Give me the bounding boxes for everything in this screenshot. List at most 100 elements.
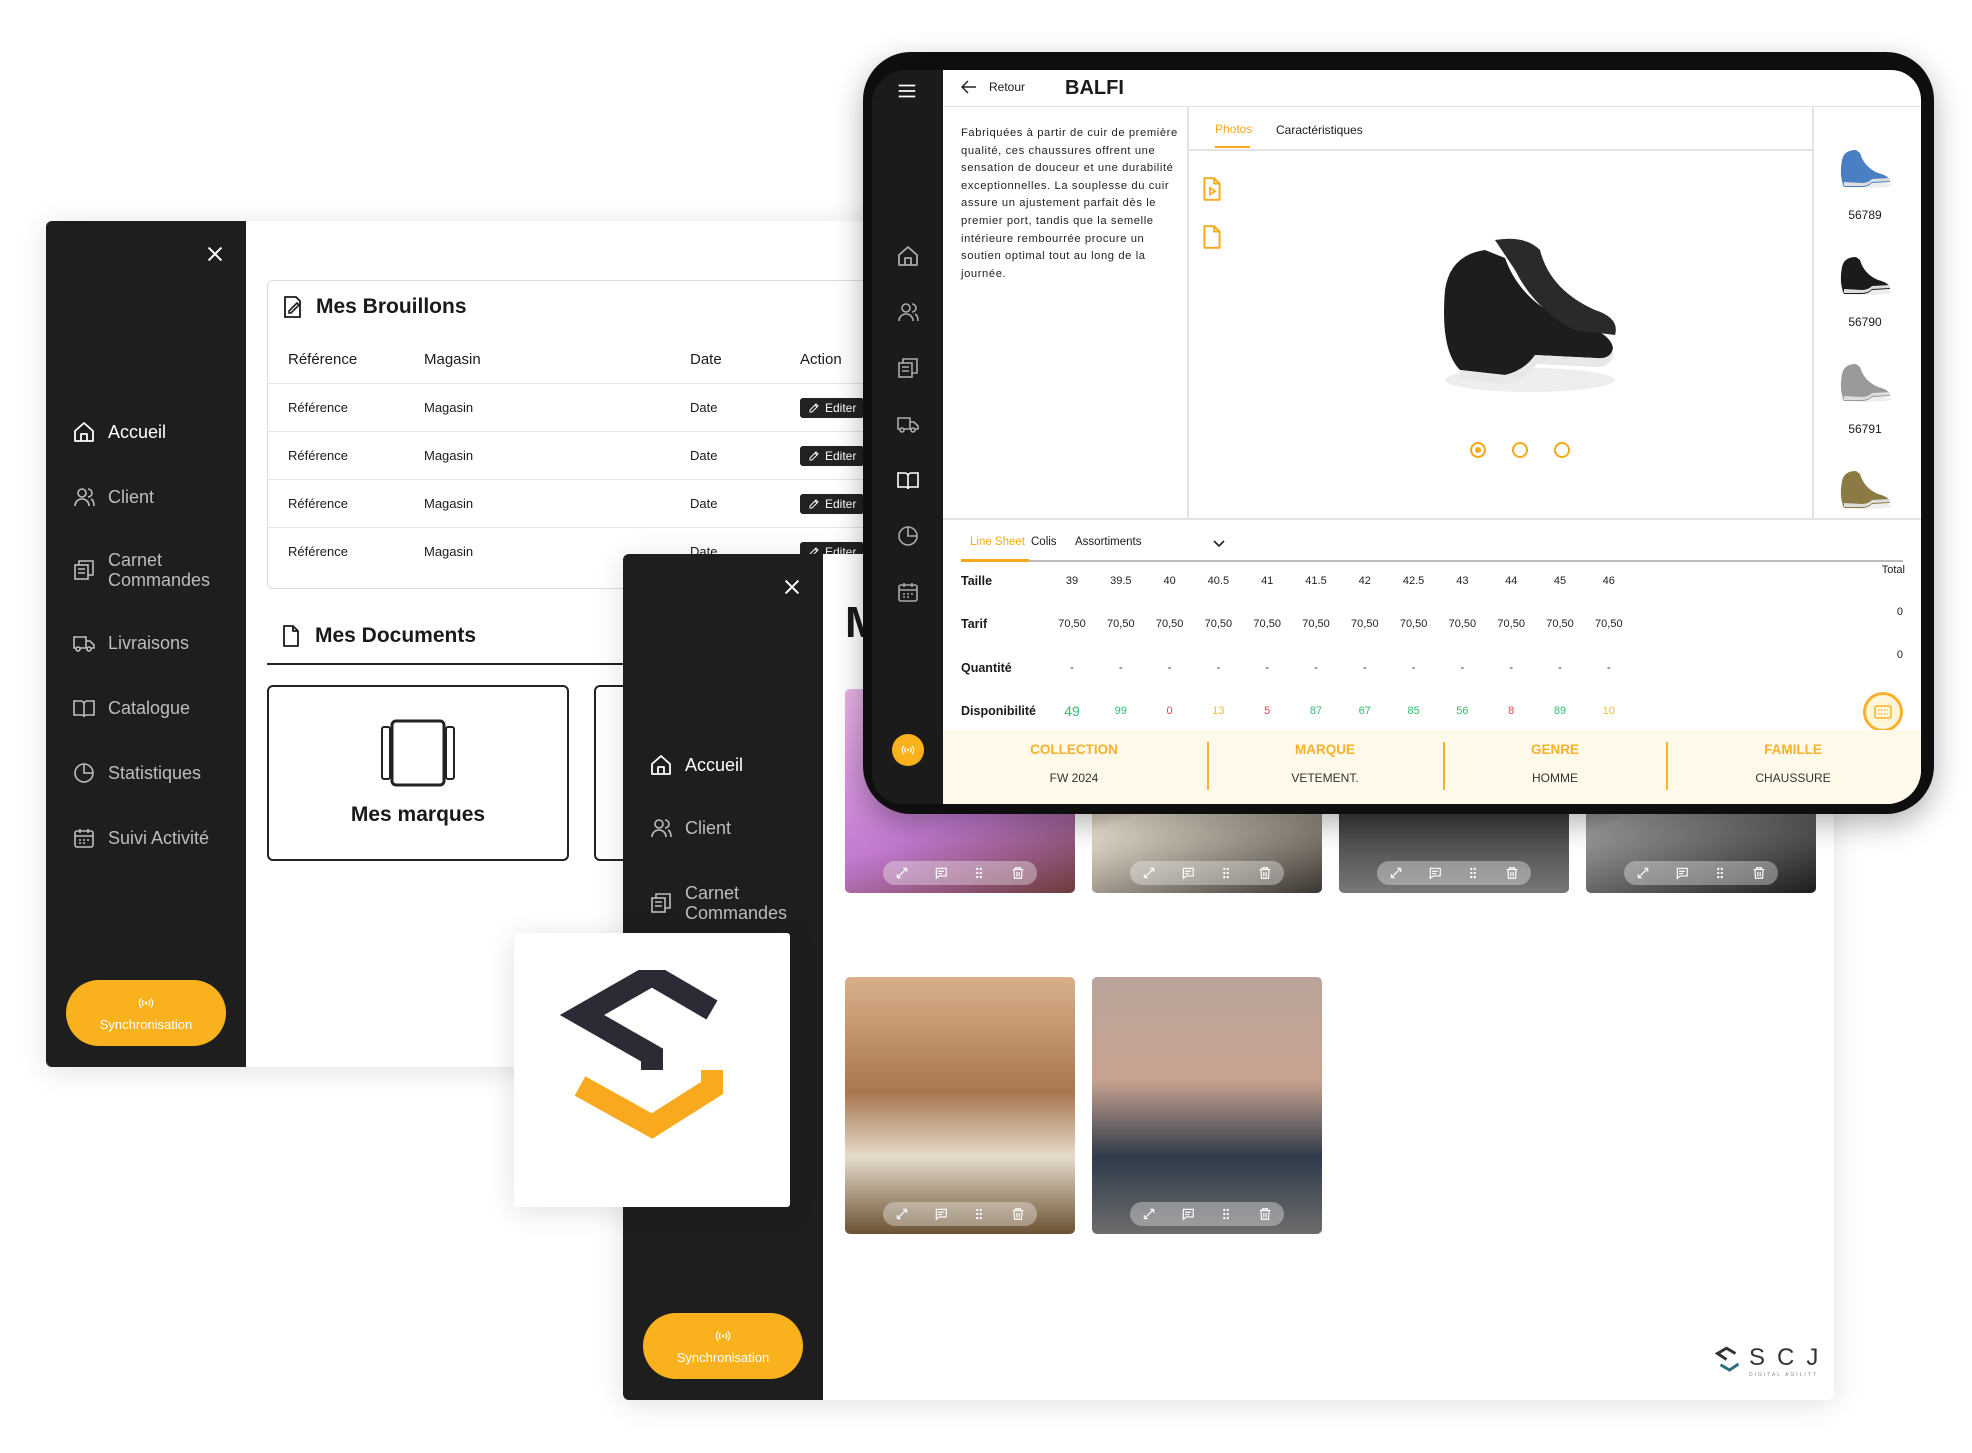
description-divider: [1187, 107, 1189, 518]
header-store: Magasin: [424, 351, 481, 368]
comment-icon[interactable]: [1675, 866, 1689, 880]
catalog-photo[interactable]: [1092, 977, 1322, 1234]
photo-toolbar: [1624, 861, 1778, 885]
sidebar-item-livraisons[interactable]: Livraisons: [72, 631, 189, 655]
calendar-icon[interactable]: [896, 580, 920, 604]
expand-icon[interactable]: [1142, 1207, 1156, 1221]
variant-thumbnail[interactable]: [1834, 360, 1896, 404]
sidebar-item-client[interactable]: Client: [72, 485, 154, 509]
back-button[interactable]: Retour: [961, 80, 1025, 94]
drag-handle-icon[interactable]: [972, 866, 986, 880]
comment-icon[interactable]: [1181, 1207, 1195, 1221]
comment-icon[interactable]: [934, 1207, 948, 1221]
quantity-cell[interactable]: -: [1194, 662, 1242, 674]
sidebar-item-statistiques[interactable]: Statistiques: [72, 761, 201, 785]
chevron-down-icon[interactable]: [1213, 540, 1225, 548]
cell-price: 70,50: [1058, 618, 1086, 630]
comment-icon[interactable]: [1181, 866, 1195, 880]
orders-icon[interactable]: [896, 356, 920, 380]
quantity-cell[interactable]: -: [1146, 662, 1194, 674]
quantity-cell[interactable]: -: [1243, 662, 1291, 674]
close-icon[interactable]: [204, 243, 226, 265]
cell-price: 70,50: [1497, 618, 1525, 630]
book-icon: [72, 696, 96, 720]
brands-card[interactable]: Mes marques: [267, 685, 569, 861]
trash-icon[interactable]: [1505, 866, 1519, 880]
sheet-tab-colis[interactable]: Colis: [1031, 536, 1057, 548]
quantity-cell[interactable]: -: [1438, 662, 1486, 674]
variant-thumbnail[interactable]: [1834, 467, 1896, 511]
sidebar-item-suivi-activité[interactable]: Suivi Activité: [72, 826, 209, 850]
user-icon[interactable]: [896, 300, 920, 324]
sidebar-item-accueil[interactable]: Accueil: [649, 753, 743, 777]
cell-price: 70,50: [1107, 618, 1135, 630]
expand-icon[interactable]: [1636, 866, 1650, 880]
sheet-tabs-divider: [961, 560, 1903, 562]
tab-photos[interactable]: Photos: [1215, 122, 1252, 136]
sidebar-item-client[interactable]: Client: [649, 816, 731, 840]
sidebar-item-accueil[interactable]: Accueil: [72, 420, 166, 444]
trash-icon[interactable]: [1011, 866, 1025, 880]
sidebar-item-carnet-commandes[interactable]: Carnet Commandes: [649, 883, 795, 923]
drag-handle-icon[interactable]: [1219, 866, 1233, 880]
quantity-cell[interactable]: -: [1536, 662, 1584, 674]
drag-handle-icon[interactable]: [972, 1207, 986, 1221]
quantity-cell[interactable]: -: [1487, 662, 1535, 674]
total-price: 0: [1896, 606, 1903, 618]
quantity-cell[interactable]: -: [1341, 662, 1389, 674]
sidebar-item-label: Catalogue: [108, 698, 191, 718]
sheet-tab-assortiments[interactable]: Assortiments: [1075, 536, 1141, 548]
trash-icon[interactable]: [1752, 866, 1766, 880]
carousel-dot[interactable]: [1470, 442, 1486, 458]
sync-button[interactable]: Synchronisation: [643, 1313, 803, 1379]
media-tabs-divider: [1188, 149, 1812, 151]
tab-characteristics[interactable]: Caractéristiques: [1276, 123, 1363, 137]
pencil-icon: [808, 402, 820, 414]
drag-handle-icon[interactable]: [1219, 1207, 1233, 1221]
drag-handle-icon[interactable]: [1713, 866, 1727, 880]
home-icon[interactable]: [896, 244, 920, 268]
tablet-sync-button[interactable]: [892, 734, 924, 766]
keyboard-button[interactable]: [1863, 692, 1903, 732]
sheet-tab-line-sheet[interactable]: Line Sheet: [970, 536, 1025, 548]
carousel-dot[interactable]: [1554, 442, 1570, 458]
sidebar-item-carnet-commandes[interactable]: Carnet Commandes: [72, 550, 218, 590]
edit-button[interactable]: Editer: [800, 493, 865, 514]
trash-icon[interactable]: [1258, 866, 1272, 880]
edit-button[interactable]: Editer: [800, 445, 865, 466]
expand-icon[interactable]: [1389, 866, 1403, 880]
expand-icon[interactable]: [895, 866, 909, 880]
cell-size: 41: [1261, 575, 1274, 587]
truck-icon[interactable]: [896, 412, 920, 436]
trash-icon[interactable]: [1258, 1207, 1272, 1221]
pie-chart-icon: [72, 761, 96, 785]
sync-button[interactable]: Synchronisation: [66, 980, 226, 1046]
sidebar-item-catalogue[interactable]: Catalogue: [72, 696, 190, 720]
carousel-dot[interactable]: [1512, 442, 1528, 458]
close-icon[interactable]: [781, 576, 803, 598]
variant-thumbnail[interactable]: [1834, 253, 1896, 297]
trash-icon[interactable]: [1011, 1207, 1025, 1221]
quantity-cell[interactable]: -: [1097, 662, 1145, 674]
orders-icon: [72, 558, 96, 582]
variant-thumbnail[interactable]: [1834, 146, 1896, 190]
comment-icon[interactable]: [934, 866, 948, 880]
cell-price: 70,50: [1595, 618, 1623, 630]
catalog-photo[interactable]: [845, 977, 1075, 1234]
expand-icon[interactable]: [1142, 866, 1156, 880]
comment-icon[interactable]: [1428, 866, 1442, 880]
home-icon: [72, 420, 96, 444]
menu-icon[interactable]: [896, 79, 918, 103]
book-icon[interactable]: [896, 468, 920, 492]
video-file-icon[interactable]: [1199, 174, 1225, 204]
sidebar-item-label: Accueil: [108, 422, 167, 442]
expand-icon[interactable]: [895, 1207, 909, 1221]
drag-handle-icon[interactable]: [1466, 866, 1480, 880]
pie-chart-icon[interactable]: [896, 524, 920, 548]
quantity-cell[interactable]: -: [1048, 662, 1096, 674]
quantity-cell[interactable]: -: [1390, 662, 1438, 674]
quantity-cell[interactable]: -: [1585, 662, 1633, 674]
file-icon[interactable]: [1199, 222, 1225, 252]
edit-button[interactable]: Editer: [800, 397, 865, 418]
quantity-cell[interactable]: -: [1292, 662, 1340, 674]
